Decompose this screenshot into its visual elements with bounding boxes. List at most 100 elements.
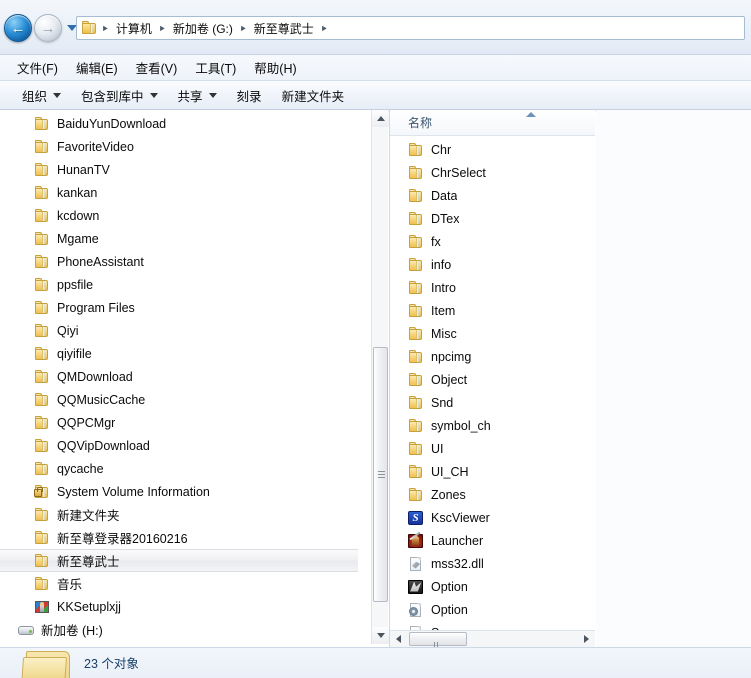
forward-button[interactable]: →: [34, 14, 62, 42]
toolbar-burn-button[interactable]: 刻录: [227, 83, 272, 108]
scroll-left-button[interactable]: [390, 631, 407, 647]
nav-item[interactable]: Program Files: [0, 296, 358, 319]
file-list-item[interactable]: mss32.dll: [390, 552, 595, 575]
nav-item[interactable]: QMDownload: [0, 365, 358, 388]
nav-item[interactable]: QQPCMgr: [0, 411, 358, 434]
nav-item[interactable]: Mgame: [0, 227, 358, 250]
nav-item[interactable]: 新至尊登录器20160216: [0, 526, 358, 549]
toolbar-share-button[interactable]: 共享: [168, 83, 227, 108]
file-pane-horizontal-scrollbar[interactable]: [389, 630, 595, 667]
folder-icon: [34, 392, 50, 408]
forward-arrow-icon: →: [40, 19, 56, 37]
nav-item[interactable]: PhoneAssistant: [0, 250, 358, 273]
nav-item[interactable]: HunanTV: [0, 158, 358, 181]
scroll-up-button[interactable]: [372, 110, 389, 127]
breadcrumb-separator[interactable]: ►: [238, 23, 249, 33]
scrollbar-thumb[interactable]: [409, 632, 467, 667]
folder-icon: [81, 21, 97, 35]
file-list-item[interactable]: Launcher: [390, 529, 595, 552]
nav-item[interactable]: BaiduYunDownload: [0, 112, 358, 135]
file-list-item[interactable]: Item: [390, 299, 595, 322]
nav-item[interactable]: QQMusicCache: [0, 388, 358, 411]
nav-item[interactable]: qycache: [0, 457, 358, 480]
menu-file[interactable]: 文件(F): [8, 55, 67, 80]
file-list-item[interactable]: Chr: [390, 138, 595, 161]
nav-item[interactable]: FavoriteVideo: [0, 135, 358, 158]
file-list-item[interactable]: Option: [390, 598, 595, 621]
file-list-item[interactable]: Server: [390, 621, 595, 630]
file-list-item-label: ChrSelect: [431, 165, 486, 180]
file-list-item[interactable]: Misc: [390, 322, 595, 345]
nav-item[interactable]: 音乐: [0, 572, 358, 595]
toolbar-new-folder-button[interactable]: 新建文件夹: [272, 83, 355, 108]
nav-item[interactable]: qiyifile: [0, 342, 358, 365]
breadcrumb-separator[interactable]: ►: [319, 23, 330, 33]
toolbar-organize-button[interactable]: 组织: [12, 83, 71, 108]
folder-icon: [34, 254, 50, 270]
folder-icon: [34, 323, 50, 339]
nav-item-label: QQPCMgr: [57, 415, 116, 430]
breadcrumb-item-0[interactable]: 计算机: [112, 20, 156, 37]
folder-icon: [408, 372, 424, 388]
breadcrumb-item-2[interactable]: 新至尊武士: [250, 20, 318, 37]
file-list-item[interactable]: Zones: [390, 483, 595, 506]
toolbar-include-in-library-button[interactable]: 包含到库中: [71, 83, 168, 108]
back-arrow-icon: ←: [10, 19, 26, 37]
file-list-item[interactable]: fx: [390, 230, 595, 253]
file-list-item[interactable]: Object: [390, 368, 595, 391]
menu-help[interactable]: 帮助(H): [245, 55, 305, 80]
menu-tools[interactable]: 工具(T): [186, 55, 245, 80]
menu-view[interactable]: 查看(V): [127, 55, 187, 80]
breadcrumb-item-1[interactable]: 新加卷 (G:): [169, 20, 237, 37]
breadcrumb-bar[interactable]: ► 计算机 ► 新加卷 (G:) ► 新至尊武士 ►: [76, 16, 745, 40]
back-button[interactable]: ←: [4, 14, 32, 42]
file-list-item[interactable]: Option: [390, 575, 595, 598]
nav-item[interactable]: ppsfile: [0, 273, 358, 296]
chevron-down-icon: [208, 92, 217, 98]
file-list-item[interactable]: Intro: [390, 276, 595, 299]
nav-item[interactable]: QQVipDownload: [0, 434, 358, 457]
menu-edit[interactable]: 编辑(E): [67, 55, 127, 80]
folder-icon: [408, 349, 424, 365]
scroll-right-button[interactable]: [578, 631, 595, 647]
file-list-item[interactable]: UI_CH: [390, 460, 595, 483]
column-header-name[interactable]: 名称: [390, 110, 595, 136]
folder-icon: [408, 487, 424, 503]
file-list-item[interactable]: ChrSelect: [390, 161, 595, 184]
file-list-item[interactable]: npcimg: [390, 345, 595, 368]
nav-item[interactable]: 新至尊武士: [0, 549, 358, 572]
navigation-pane[interactable]: BaiduYunDownload FavoriteVideo HunanTV kank…: [0, 110, 371, 644]
file-list-pane[interactable]: 名称 Chr ChrSelect Data DTex fx info Intro Item Mi…: [389, 110, 595, 630]
file-list-item[interactable]: info: [390, 253, 595, 276]
locked-folder-icon: [34, 484, 50, 500]
folder-icon: [34, 277, 50, 293]
file-list-item[interactable]: Snd: [390, 391, 595, 414]
scroll-down-button[interactable]: [372, 627, 389, 644]
file-list-item[interactable]: Data: [390, 184, 595, 207]
folder-icon: [408, 303, 424, 319]
scrollbar-thumb[interactable]: [373, 347, 388, 602]
file-list-item[interactable]: UI: [390, 437, 595, 460]
nav-item[interactable]: kankan: [0, 181, 358, 204]
file-list-item-label: Launcher: [431, 533, 484, 548]
file-list-item[interactable]: symbol_ch: [390, 414, 595, 437]
nav-item[interactable]: 新建文件夹: [0, 503, 358, 526]
chevron-down-icon: [149, 92, 158, 98]
navigation-pane-scrollbar[interactable]: [371, 110, 389, 644]
breadcrumb-separator[interactable]: ►: [157, 23, 168, 33]
file-list-item-label: fx: [431, 234, 441, 249]
nav-item[interactable]: 新加卷 (H:): [0, 618, 358, 641]
nav-item[interactable]: kcdown: [0, 204, 358, 227]
nav-item[interactable]: System Volume Information: [0, 480, 358, 503]
nav-item-label: kankan: [57, 185, 98, 200]
file-list-item[interactable]: DTex: [390, 207, 595, 230]
file-list-item-label: Chr: [431, 142, 452, 157]
file-list-item[interactable]: S KscViewer: [390, 506, 595, 529]
file-list: Chr ChrSelect Data DTex fx info Intro Item Misc n…: [390, 138, 595, 630]
command-toolbar: 组织 包含到库中 共享 刻录 新建文件夹: [0, 81, 751, 110]
nav-item-label: KKSetuplxjj: [57, 599, 121, 614]
folder-icon: [408, 464, 424, 480]
nav-item[interactable]: KKSetuplxjj: [0, 595, 358, 618]
nav-item[interactable]: Qiyi: [0, 319, 358, 342]
breadcrumb-separator[interactable]: ►: [100, 23, 111, 33]
